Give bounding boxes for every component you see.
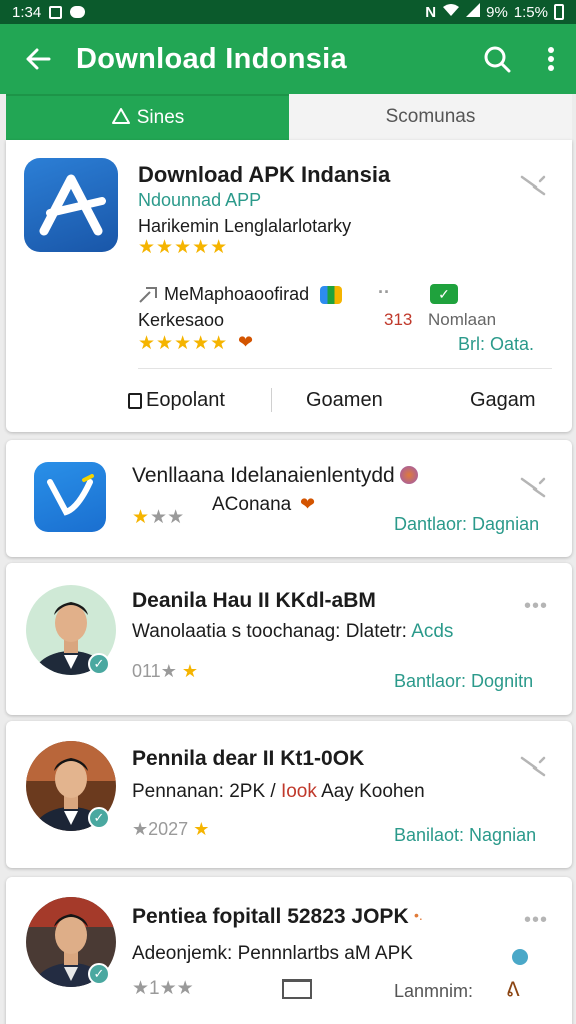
tab-bar: Sines Scomunas	[6, 94, 572, 140]
more-horiz-icon: •••	[524, 909, 549, 931]
tab-scomunas[interactable]: Scomunas	[289, 94, 572, 140]
drive-icon	[320, 286, 342, 304]
verified-icon: ✓	[88, 653, 110, 675]
arrow-left-icon	[26, 48, 51, 70]
share-icon	[520, 756, 546, 777]
eopolant-button[interactable]: Eopolant	[128, 389, 225, 412]
item-title: Pennila dear II Kt1-0OK	[132, 747, 365, 770]
share-icon	[520, 477, 546, 498]
emoji-icon	[400, 466, 418, 484]
more-horiz-icon: •••	[524, 595, 549, 617]
tab-label: Scomunas	[385, 106, 476, 127]
share-button[interactable]	[520, 174, 546, 201]
more-options-button[interactable]: •••	[524, 595, 548, 618]
rating-stars: ★1★★	[132, 978, 194, 999]
app-meta: Harikemin Lenglalarlotarky	[138, 216, 352, 236]
rating-stars: ★2027 ★	[132, 819, 211, 839]
item-subtitle: Pennanan: 2PK / Iook Aay Koohen	[132, 781, 425, 802]
item-subtitle: Adeonjemk: Pennnlartbs aM APK	[132, 943, 413, 964]
bookmark-icon[interactable]	[282, 979, 312, 999]
fire-icon: ❤	[238, 332, 254, 352]
download-badge-icon: ✓	[430, 284, 458, 304]
more-vert-icon	[548, 47, 554, 71]
page-title: Download Indonsia	[76, 42, 347, 75]
tab-sines[interactable]: Sines	[6, 94, 289, 140]
app-subtitle: Ndounnad APP	[138, 190, 262, 210]
status-time: 1:34	[12, 3, 42, 21]
action-label: Eopolant	[146, 389, 225, 411]
list-item[interactable]: Venllaana Idelanaienlentydd AConana ❤ ★★…	[6, 440, 572, 557]
more-options-button[interactable]	[526, 24, 576, 94]
search-button[interactable]	[468, 24, 526, 94]
download-link[interactable]: Bantlaor: Dognitn	[394, 671, 533, 692]
item-title: Deanila Hau II KKdl-aBM	[132, 589, 376, 612]
download-link[interactable]: Dantlaor: Dagnian	[394, 514, 539, 535]
verified-icon: ✓	[88, 807, 110, 829]
divider	[138, 368, 552, 369]
goamen-button[interactable]: Goamen	[306, 389, 383, 412]
download-link[interactable]: Lanmnim:	[394, 981, 473, 1002]
document-icon	[128, 392, 142, 409]
list-item[interactable]: ✓ Deanila Hau II KKdl-aBM Wanolaatia s t…	[6, 563, 572, 715]
share-button[interactable]	[520, 755, 546, 782]
tab-label: Sines	[136, 107, 185, 128]
battery-percent: 9%	[486, 3, 508, 21]
wifi-icon	[442, 3, 460, 21]
info-dot-icon	[512, 949, 528, 965]
app-logo-icon	[34, 462, 106, 532]
featured-app-card[interactable]: Download APK Indansia Ndounnad APP Harik…	[6, 140, 572, 432]
status-text: Nomlaan	[428, 310, 497, 329]
app-title: Download APK Indansia	[138, 162, 391, 187]
status-text-2: Brl: Oata.	[458, 334, 535, 354]
signal-icon	[466, 3, 481, 21]
app-logo-icon	[24, 158, 118, 252]
gagam-button[interactable]: Gagam	[470, 389, 536, 412]
user-icon	[111, 107, 131, 130]
rating-stars-2: ★★★★★	[138, 333, 229, 354]
download-count: 313	[384, 310, 413, 329]
detail-label: MeMaphoaoofirad	[164, 284, 310, 304]
share-button[interactable]	[520, 476, 546, 503]
rating-stars: ★★★	[132, 507, 185, 528]
list-item[interactable]: ✓ Pennila dear II Kt1-0OK Pennanan: 2PK …	[6, 721, 572, 868]
fire-icon: ❤	[300, 494, 316, 514]
thumbs-icon: ᕕ	[506, 979, 520, 1001]
battery-icon	[554, 4, 564, 20]
more-options-button[interactable]: •••	[524, 909, 548, 932]
notification-image-icon	[49, 5, 63, 19]
item-title: Venllaana Idelanaienlentydd	[132, 464, 395, 487]
notification-message-icon	[70, 6, 86, 18]
rating-stars: 011★ ★	[132, 661, 199, 681]
dot-indicator: ··	[378, 282, 390, 302]
divider	[271, 388, 272, 412]
app-bar: Download Indonsia	[0, 24, 576, 94]
sparkle-icon	[138, 284, 160, 309]
detail-label-2: Kerkesaoo	[138, 310, 225, 330]
item-subtitle: Wanolaatia s toochanag: Dlatetr: Acds	[132, 621, 454, 642]
search-icon	[484, 46, 511, 73]
rating-stars: ★★★★★	[138, 237, 229, 258]
verified-icon: ✓	[88, 963, 110, 985]
share-icon	[520, 175, 546, 196]
item-title: Pentiea fopitall 52823 JOPK	[132, 905, 409, 928]
item-subtitle: AConana	[212, 494, 292, 515]
nfc-icon: N	[425, 3, 437, 21]
download-link[interactable]: Banilaot: Nagnian	[394, 825, 536, 846]
list-item[interactable]: ✓ Pentiea fopitall 52823 JOPK •. Adeonje…	[6, 877, 572, 1024]
status-time-right: 1:5%	[513, 3, 548, 21]
dot-indicator: •.	[414, 907, 423, 923]
status-bar: 1:34 N 9% 1:5%	[0, 0, 576, 24]
back-button[interactable]	[0, 24, 76, 94]
